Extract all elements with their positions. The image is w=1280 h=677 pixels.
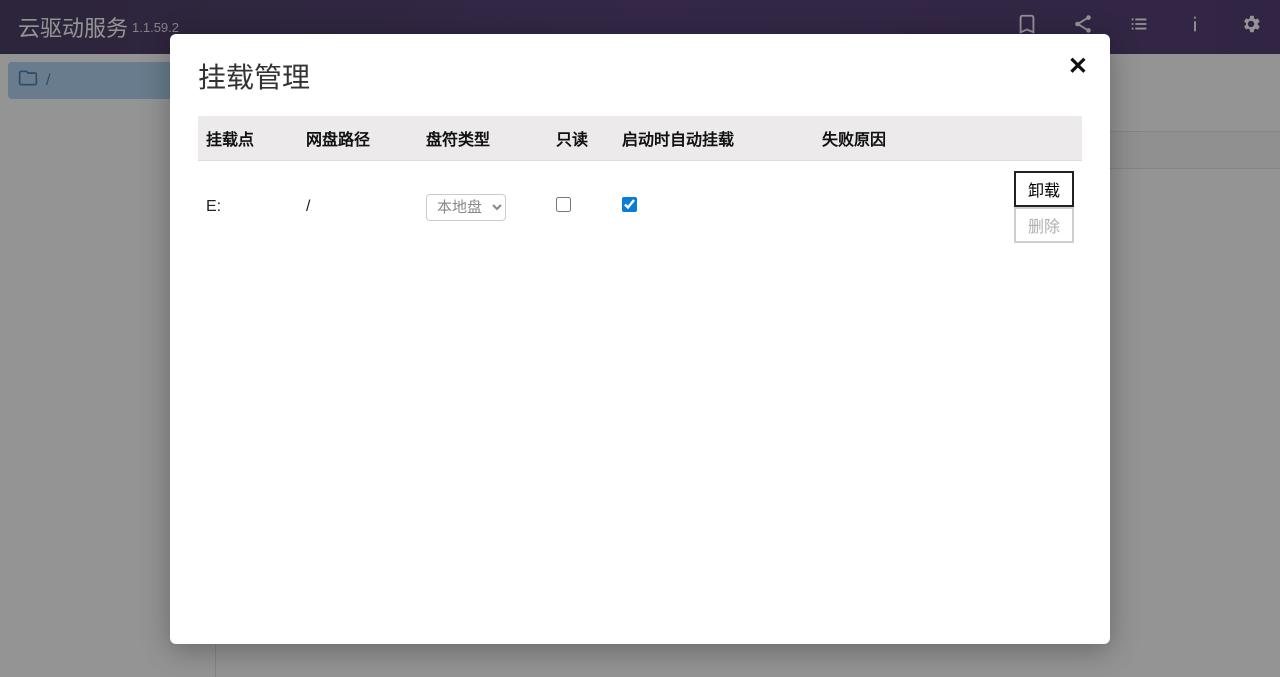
automount-checkbox[interactable] <box>622 197 637 212</box>
mount-table: 挂载点 网盘路径 盘符类型 只读 启动时自动挂载 失败原因 E: / 本地盘 <box>198 116 1082 253</box>
drive-type-select[interactable]: 本地盘 <box>426 194 506 221</box>
readonly-checkbox[interactable] <box>556 197 571 212</box>
col-header-failreason: 失败原因 <box>814 116 934 161</box>
modal-title: 挂载管理 <box>198 56 1082 96</box>
close-icon[interactable]: ✕ <box>1068 52 1088 81</box>
unmount-button[interactable]: 卸载 <box>1014 171 1074 207</box>
col-header-mount: 挂载点 <box>198 116 298 161</box>
col-header-automount: 启动时自动挂载 <box>614 116 814 161</box>
cell-path: / <box>298 161 418 254</box>
cell-failreason <box>814 161 934 254</box>
mount-manager-modal: 挂载管理 ✕ 挂载点 网盘路径 盘符类型 只读 启动时自动挂载 失败原因 E: … <box>170 34 1110 644</box>
modal-backdrop: 挂载管理 ✕ 挂载点 网盘路径 盘符类型 只读 启动时自动挂载 失败原因 E: … <box>0 0 1280 677</box>
col-header-drive-type: 盘符类型 <box>418 116 548 161</box>
delete-button[interactable]: 删除 <box>1014 207 1074 243</box>
col-header-readonly: 只读 <box>548 116 614 161</box>
col-header-path: 网盘路径 <box>298 116 418 161</box>
table-row: E: / 本地盘 卸载 删除 <box>198 161 1082 254</box>
cell-mount: E: <box>198 161 298 254</box>
